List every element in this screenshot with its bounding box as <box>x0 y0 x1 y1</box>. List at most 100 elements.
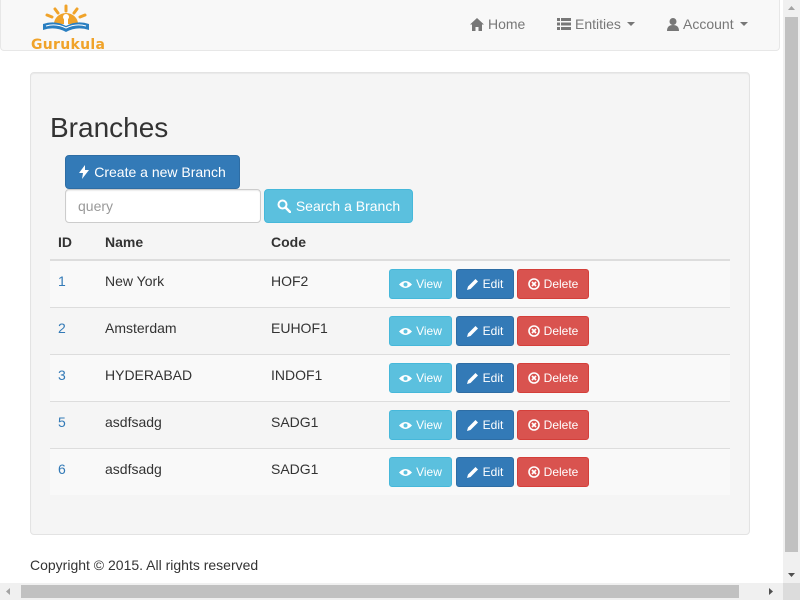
edit-button[interactable]: Edit <box>456 457 514 487</box>
column-header-code[interactable]: Code <box>271 234 306 250</box>
eye-icon <box>399 327 413 335</box>
footer-copyright: Copyright © 2015. All rights reserved <box>30 557 259 573</box>
scrollbar-corner <box>783 583 800 600</box>
horizontal-scrollbar[interactable] <box>0 583 783 600</box>
row-actions: View Edit Delete <box>389 363 599 393</box>
row-actions: View Edit Delete <box>389 269 599 299</box>
scroll-down-arrow-icon[interactable] <box>783 566 800 583</box>
search-input[interactable] <box>65 189 261 223</box>
remove-circle-icon <box>527 466 540 478</box>
pencil-icon <box>466 420 478 431</box>
row-code: HOF2 <box>271 273 309 289</box>
edit-label: Edit <box>482 277 504 291</box>
remove-circle-icon <box>527 372 540 384</box>
search-branch-button[interactable]: Search a Branch <box>264 189 413 223</box>
row-actions: View Edit Delete <box>389 457 599 487</box>
view-button[interactable]: View <box>389 457 452 487</box>
create-branch-button[interactable]: Create a new Branch <box>65 155 240 189</box>
brand-name: Gurukula <box>31 37 106 53</box>
delete-label: Delete <box>543 277 579 291</box>
delete-label: Delete <box>543 371 579 385</box>
row-code: SADG1 <box>271 414 319 430</box>
horizontal-scroll-thumb[interactable] <box>21 585 739 598</box>
scroll-left-arrow-icon[interactable] <box>0 583 17 600</box>
pencil-icon <box>466 467 478 478</box>
delete-button[interactable]: Delete <box>517 316 589 346</box>
delete-button[interactable]: Delete <box>517 457 589 487</box>
search-icon <box>277 199 291 213</box>
row-id-link[interactable]: 2 <box>58 320 66 336</box>
eye-icon <box>399 421 413 429</box>
table-row: 2 Amsterdam EUHOF1 View Edit Delete <box>50 307 730 354</box>
nav-home-label: Home <box>488 16 526 32</box>
view-button[interactable]: View <box>389 269 452 299</box>
delete-label: Delete <box>543 465 579 479</box>
table-row: 1 New York HOF2 View Edit Delete <box>50 260 730 307</box>
user-icon <box>667 17 679 31</box>
navbar: Gurukula Home Entities Account <box>0 0 780 53</box>
row-id-link[interactable]: 5 <box>58 414 66 430</box>
row-name: Amsterdam <box>105 320 177 336</box>
table-row: 3 HYDERABAD INDOF1 View Edit Delete <box>50 354 730 401</box>
bolt-icon <box>79 165 90 179</box>
edit-button[interactable]: Edit <box>456 363 514 393</box>
view-button[interactable]: View <box>389 410 452 440</box>
chevron-down-icon <box>626 22 635 26</box>
row-name: New York <box>105 273 165 289</box>
row-id-link[interactable]: 3 <box>58 367 66 383</box>
pencil-icon <box>466 279 478 290</box>
edit-label: Edit <box>482 371 504 385</box>
remove-circle-icon <box>527 325 540 337</box>
view-label: View <box>416 371 442 385</box>
row-actions: View Edit Delete <box>389 316 599 346</box>
nav-home[interactable]: Home <box>470 16 525 32</box>
search-branch-label: Search a Branch <box>295 198 401 214</box>
pencil-icon <box>466 373 478 384</box>
pencil-icon <box>466 326 478 337</box>
edit-button[interactable]: Edit <box>456 316 514 346</box>
eye-icon <box>399 468 413 476</box>
view-button[interactable]: View <box>389 363 452 393</box>
row-name: asdfsadg <box>105 414 162 430</box>
delete-label: Delete <box>543 324 579 338</box>
column-header-name[interactable]: Name <box>105 234 143 250</box>
vertical-scroll-thumb[interactable] <box>785 17 798 552</box>
list-icon <box>557 18 571 30</box>
row-id-link[interactable]: 6 <box>58 461 66 477</box>
edit-button[interactable]: Edit <box>456 269 514 299</box>
row-name: HYDERABAD <box>105 367 193 383</box>
page-title: Branches <box>50 112 169 143</box>
eye-icon <box>399 280 413 288</box>
column-header-id[interactable]: ID <box>58 234 72 250</box>
row-id-link[interactable]: 1 <box>58 273 66 289</box>
row-code: INDOF1 <box>271 367 323 383</box>
remove-circle-icon <box>527 278 540 290</box>
vertical-scrollbar[interactable] <box>783 0 800 583</box>
delete-button[interactable]: Delete <box>517 269 589 299</box>
scroll-right-arrow-icon[interactable] <box>762 583 779 600</box>
delete-label: Delete <box>543 418 579 432</box>
edit-label: Edit <box>482 465 504 479</box>
nav-entities[interactable]: Entities <box>557 16 635 32</box>
view-button[interactable]: View <box>389 316 452 346</box>
row-name: asdfsadg <box>105 461 162 477</box>
eye-icon <box>399 374 413 382</box>
scroll-up-arrow-icon[interactable] <box>783 0 800 17</box>
row-code: SADG1 <box>271 461 319 477</box>
view-label: View <box>416 277 442 291</box>
nav-entities-label: Entities <box>575 16 621 32</box>
create-branch-label: Create a new Branch <box>94 164 226 180</box>
brand-logo[interactable]: Gurukula <box>29 2 109 53</box>
nav-account[interactable]: Account <box>667 16 748 32</box>
edit-label: Edit <box>482 418 504 432</box>
delete-button[interactable]: Delete <box>517 410 589 440</box>
home-icon <box>470 17 484 31</box>
row-actions: View Edit Delete <box>389 410 599 440</box>
delete-button[interactable]: Delete <box>517 363 589 393</box>
view-label: View <box>416 465 442 479</box>
view-label: View <box>416 418 442 432</box>
view-label: View <box>416 324 442 338</box>
edit-button[interactable]: Edit <box>456 410 514 440</box>
chevron-down-icon <box>739 22 748 26</box>
nav-account-label: Account <box>683 16 734 32</box>
